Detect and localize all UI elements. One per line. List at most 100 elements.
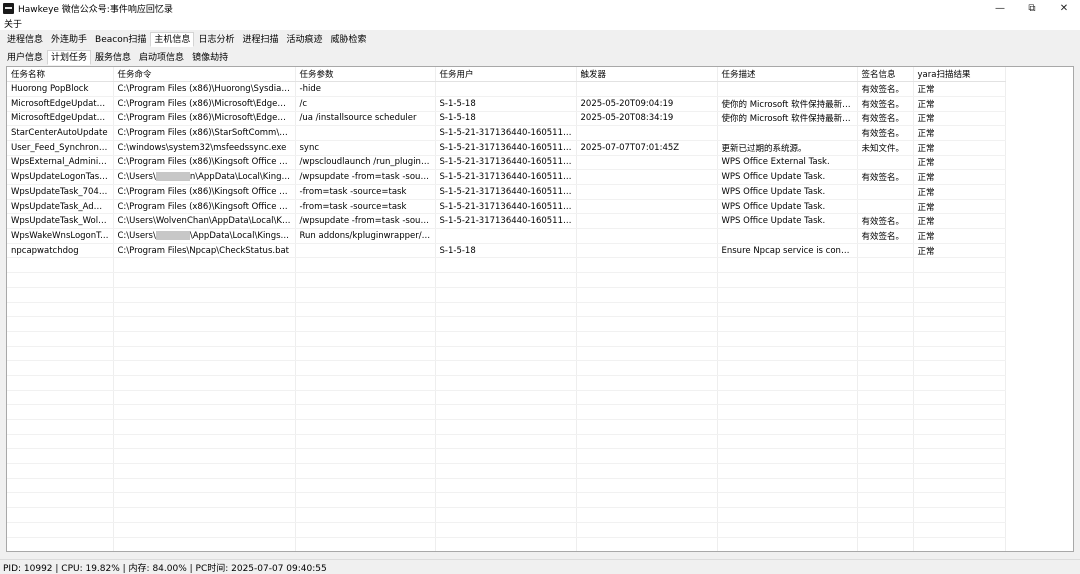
main-tab-4[interactable]: 日志分析 bbox=[194, 32, 238, 47]
table-cell bbox=[857, 419, 914, 435]
table-cell bbox=[576, 390, 718, 406]
table-cell: WpsWakeWnsLogonTask bbox=[7, 228, 114, 244]
table-row[interactable]: Huorong PopBlock C:\Program Files (x86)\H… bbox=[7, 81, 1006, 97]
main-tab-6[interactable]: 活动痕迹 bbox=[282, 32, 326, 47]
table-row[interactable]: WpsUpdateTask_WolvenChanC:\Users\WolvenC… bbox=[7, 213, 1006, 230]
main-tab-7[interactable]: 威胁检索 bbox=[326, 32, 370, 47]
column-header[interactable]: 任务命令 bbox=[113, 67, 296, 83]
table-row[interactable]: WpsUpdateTask_AdministratorC:\Program Fi… bbox=[7, 199, 1006, 215]
table-cell bbox=[7, 478, 114, 494]
table-cell: C:\Program Files (x86)\Kingsoft Office S… bbox=[113, 155, 296, 171]
main-tab-5[interactable]: 进程扫描 bbox=[238, 32, 282, 47]
column-header[interactable]: 任务名称 bbox=[7, 67, 114, 83]
table-cell bbox=[113, 331, 296, 347]
table-cell bbox=[717, 448, 858, 465]
column-header[interactable]: 任务参数 bbox=[295, 67, 436, 83]
table-cell bbox=[857, 243, 914, 259]
table-cell bbox=[576, 463, 718, 479]
empty-row bbox=[7, 522, 1006, 538]
table-cell bbox=[913, 448, 1006, 465]
table-row[interactable]: WpsExternal_AdministratorC:\Program File… bbox=[7, 155, 1006, 171]
table-cell bbox=[7, 360, 114, 376]
table-cell: 正常 bbox=[913, 243, 1006, 259]
table-cell bbox=[717, 434, 858, 450]
main-tab-2[interactable]: Beacon扫描 bbox=[91, 32, 150, 47]
table-cell: C:\Users\WolvenChan\AppData\Local\Kingso… bbox=[113, 213, 296, 230]
table-cell bbox=[717, 390, 858, 406]
table-cell bbox=[717, 81, 858, 97]
table-cell bbox=[576, 434, 718, 450]
table-cell: 有效签名。 bbox=[857, 125, 914, 141]
table-cell bbox=[435, 346, 577, 362]
table-row[interactable]: MicrosoftEdgeUpdateTaskMachineCoreC:\Pro… bbox=[7, 96, 1006, 112]
table-cell bbox=[113, 419, 296, 435]
table-cell: 有效签名。 bbox=[857, 96, 914, 112]
table-cell bbox=[717, 478, 858, 494]
table-cell bbox=[295, 404, 436, 420]
table-row[interactable]: MicrosoftEdgeUpdateTaskMachineUAC:\Progr… bbox=[7, 111, 1006, 127]
menu-about[interactable]: 关于 bbox=[0, 17, 26, 30]
table-row[interactable]: WpsWakeWnsLogonTask C:\Users\ \AppData\Loc… bbox=[7, 228, 1006, 244]
column-header[interactable]: 触发器 bbox=[576, 67, 718, 83]
table-cell: Run addons/kpluginwrapper/kwpswns.dll bbox=[295, 228, 436, 244]
main-tab-1[interactable]: 外连助手 bbox=[47, 32, 91, 47]
table-cell bbox=[913, 419, 1006, 435]
column-header[interactable]: yara扫描结果 bbox=[913, 67, 1006, 83]
scheduled-task-table[interactable]: 任务名称 任务命令 任务参数 任务用户 触发器 任务描述 签名信息 yara扫描结果 Huor… bbox=[6, 66, 1074, 552]
table-cell bbox=[435, 478, 577, 494]
table-cell bbox=[717, 125, 858, 141]
table-cell: /ua /installsource scheduler bbox=[295, 111, 436, 127]
table-cell bbox=[857, 478, 914, 494]
table-cell: 未知文件。 bbox=[857, 140, 914, 156]
empty-row bbox=[7, 419, 1006, 435]
table-cell: /wpsupdate -from=task -source=task bbox=[295, 169, 436, 185]
table-row[interactable]: User_Feed_SynchronizationC:\windows\syst… bbox=[7, 140, 1006, 156]
table-cell: WPS Office Update Task. bbox=[717, 169, 858, 185]
main-tab-0[interactable]: 进程信息 bbox=[3, 32, 47, 47]
table-cell bbox=[435, 522, 577, 538]
sub-tab-1[interactable]: 计划任务 bbox=[47, 50, 92, 65]
table-cell bbox=[913, 316, 1006, 332]
table-cell bbox=[913, 507, 1006, 523]
table-row[interactable]: WpsUpdateLogonTask_AdministratorC:\Users… bbox=[7, 169, 1006, 185]
table-cell bbox=[576, 302, 718, 318]
minimize-button[interactable]: — bbox=[984, 0, 1016, 16]
column-header[interactable]: 任务描述 bbox=[717, 67, 858, 83]
restore-button[interactable]: ⧉ bbox=[1016, 0, 1048, 16]
close-button[interactable]: ✕ bbox=[1048, 0, 1080, 16]
table-cell bbox=[295, 346, 436, 362]
table-cell bbox=[717, 419, 858, 435]
table-row[interactable]: npcapwatchdog C:\Program Files\Npcap\Chec… bbox=[7, 243, 1006, 259]
table-row[interactable]: WpsUpdateTask_70487 C:\Program Files (x86… bbox=[7, 184, 1006, 200]
sub-tab-bar: 用户信息 计划任务 服务信息 启动项信息 镜像劫持 bbox=[3, 50, 232, 65]
table-cell: npcapwatchdog bbox=[7, 243, 114, 259]
table-row[interactable]: StarCenterAutoUpdate C:\Program Files (x8… bbox=[7, 125, 1006, 141]
table-cell: 有效签名。 bbox=[857, 213, 914, 230]
table-cell bbox=[576, 522, 718, 538]
table-cell: 正常 bbox=[913, 184, 1006, 200]
table-cell: 正常 bbox=[913, 228, 1006, 244]
main-tab-3[interactable]: 主机信息 bbox=[150, 32, 195, 47]
table-cell bbox=[295, 375, 436, 391]
table-cell bbox=[913, 346, 1006, 362]
table-cell: 2025-05-20T09:04:19 bbox=[576, 96, 718, 112]
table-cell bbox=[717, 375, 858, 391]
table-cell bbox=[435, 331, 577, 347]
column-header[interactable]: 签名信息 bbox=[857, 67, 914, 83]
table-cell bbox=[576, 257, 718, 274]
sub-tab-0[interactable]: 用户信息 bbox=[3, 50, 47, 65]
table-cell bbox=[576, 419, 718, 435]
sub-tab-4[interactable]: 镜像劫持 bbox=[188, 50, 232, 65]
table-cell bbox=[576, 155, 718, 171]
sub-tab-2[interactable]: 服务信息 bbox=[91, 50, 135, 65]
table-cell bbox=[7, 492, 114, 509]
column-header[interactable]: 任务用户 bbox=[435, 67, 577, 83]
sub-tab-3[interactable]: 启动项信息 bbox=[135, 50, 188, 65]
table-cell bbox=[7, 463, 114, 479]
table-cell bbox=[295, 316, 436, 332]
table-cell bbox=[295, 448, 436, 465]
table-cell bbox=[857, 522, 914, 538]
table-cell bbox=[7, 272, 114, 288]
table-cell bbox=[857, 316, 914, 332]
table-cell bbox=[913, 375, 1006, 391]
